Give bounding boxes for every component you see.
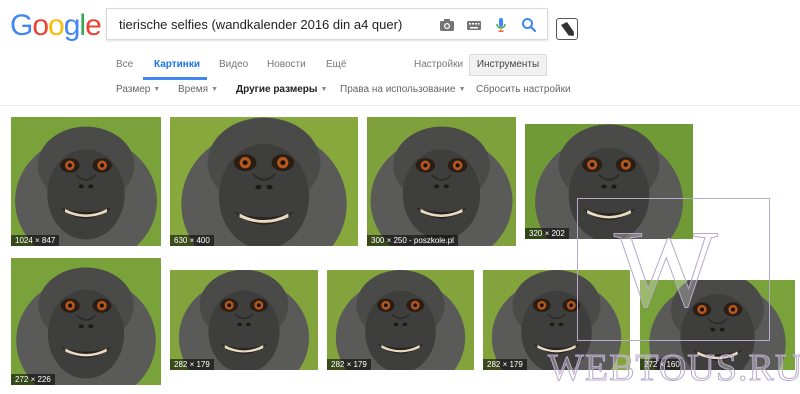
image-result[interactable]: 282 × 179 (170, 270, 318, 370)
logo-letter: e (85, 9, 102, 42)
logo-letter: o (32, 9, 49, 42)
reset-settings-link[interactable]: Сбросить настройки (476, 84, 571, 95)
logo-letter: G (10, 9, 33, 42)
filter-usage-rights[interactable]: Права на использование ▼ (340, 84, 466, 95)
filter-label: Права на использование (340, 84, 456, 95)
account-avatar[interactable] (556, 18, 578, 40)
image-result[interactable]: 272 × 226 (11, 258, 161, 385)
search-header: Google tierische selfies (wandkalender 2… (0, 0, 800, 106)
filter-other-sizes[interactable]: Другие размеры ▼ (236, 84, 327, 95)
filter-label: Время (178, 84, 209, 95)
image-dimensions: 282 × 179 (170, 359, 214, 370)
watermark-letter: W (614, 208, 719, 330)
macaque-photo (170, 270, 318, 370)
microphone-icon[interactable] (491, 15, 511, 35)
search-icon[interactable] (519, 15, 539, 35)
macaque-photo (367, 117, 516, 246)
filter-label: Размер (116, 84, 151, 95)
image-result[interactable]: 630 × 400 (170, 117, 358, 246)
image-dimensions: 320 × 202 (525, 228, 569, 239)
tab-images[interactable]: Картинки (154, 59, 200, 70)
image-result[interactable]: 300 × 250 - poszkole.pl (367, 117, 516, 246)
image-dimensions: 282 × 179 (327, 359, 371, 370)
image-dimensions: 630 × 400 (170, 235, 214, 246)
tab-video[interactable]: Видео (219, 59, 248, 70)
keyboard-icon[interactable] (464, 15, 484, 35)
camera-icon[interactable] (437, 15, 457, 35)
tools-button[interactable]: Инструменты (469, 54, 547, 76)
filter-size[interactable]: Размер ▼ (116, 84, 160, 95)
macaque-photo (327, 270, 474, 370)
settings-button[interactable]: Настройки (414, 59, 463, 70)
image-dimensions: 1024 × 847 (11, 235, 60, 246)
macaque-photo (11, 258, 161, 385)
macaque-photo (170, 117, 358, 246)
logo-letter: o (48, 9, 65, 42)
tab-all[interactable]: Все (116, 59, 133, 70)
caret-down-icon: ▼ (458, 86, 466, 93)
image-result[interactable]: 282 × 179 (327, 270, 474, 370)
logo-letter: g (63, 9, 81, 42)
image-dimensions: 282 × 179 (483, 359, 527, 370)
tab-news[interactable]: Новости (267, 59, 306, 70)
search-input[interactable]: tierische selfies (wandkalender 2016 din… (106, 8, 548, 40)
google-logo[interactable]: Google (10, 9, 102, 43)
filter-bar: Размер ▼ Время ▼ Другие размеры ▼ Права на … (0, 82, 800, 100)
macaque-photo (11, 117, 161, 246)
search-tabs: Все Картинки Видео Новости Ещё Настройки… (0, 52, 800, 80)
caret-down-icon: ▼ (320, 86, 328, 93)
caret-down-icon: ▼ (211, 86, 219, 93)
active-tab-indicator (143, 77, 207, 80)
tab-more[interactable]: Ещё (326, 59, 346, 70)
image-result[interactable]: 1024 × 847 (11, 117, 161, 246)
image-dimensions: 272 × 226 (11, 374, 55, 385)
filter-time[interactable]: Время ▼ (178, 84, 218, 95)
account-icon (561, 22, 574, 36)
watermark-text: WEBTOUS.RU (547, 347, 800, 390)
image-dimensions: 300 × 250 - poszkole.pl (367, 235, 458, 246)
filter-label: Другие размеры (236, 84, 318, 95)
caret-down-icon: ▼ (153, 86, 161, 93)
search-query[interactable]: tierische selfies (wandkalender 2016 din… (119, 17, 402, 32)
